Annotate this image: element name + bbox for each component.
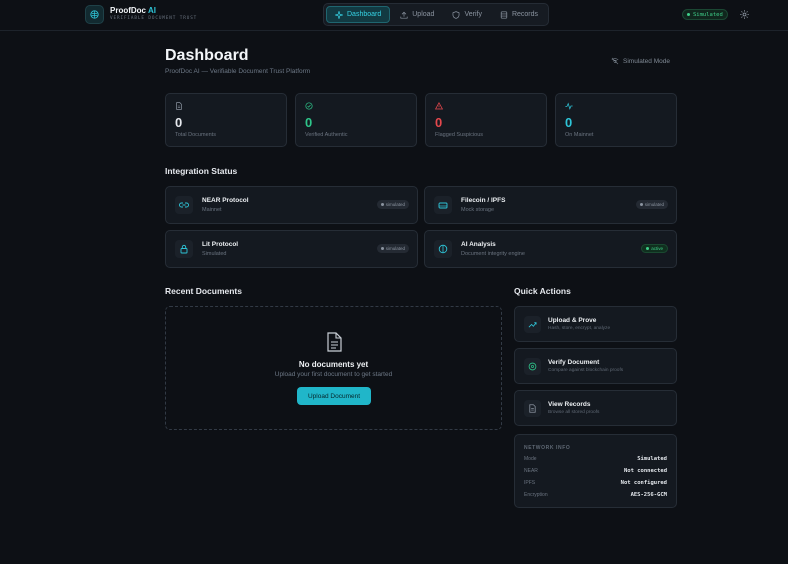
simulated-mode-label: Simulated Mode	[623, 57, 670, 65]
quick-action-records[interactable]: View Records Browse all stored proofs	[514, 390, 677, 426]
warning-icon	[435, 102, 443, 110]
stat-label: Verified Authentic	[305, 132, 348, 138]
nav-dashboard[interactable]: Dashboard	[326, 6, 391, 23]
quick-action-title: View Records	[548, 401, 591, 408]
quick-action-subtitle: Browse all stored proofs	[548, 410, 600, 415]
database-icon	[500, 10, 508, 19]
stat-label: Total Documents	[175, 132, 216, 138]
recent-documents-title: Recent Documents	[165, 286, 242, 296]
status-badge: active	[641, 244, 668, 253]
shield-icon	[453, 10, 460, 19]
page-title: Dashboard	[165, 47, 249, 64]
stat-value: 0	[175, 115, 183, 130]
stat-value: 0	[565, 115, 573, 130]
document-icon	[327, 332, 342, 352]
network-row: IPFS Not configured	[524, 480, 667, 486]
gear-icon[interactable]	[739, 9, 750, 20]
upload-document-button[interactable]: Upload Document	[297, 387, 371, 405]
activity-icon	[565, 102, 573, 110]
stat-label: On Mainnet	[565, 132, 594, 138]
stat-card-verified[interactable]: 0 Verified Authentic	[295, 93, 417, 147]
file-icon	[524, 400, 541, 417]
empty-state-subtitle: Upload your first document to get starte…	[274, 371, 393, 378]
network-row: Encryption AES-256-GCM	[524, 492, 667, 498]
lock-icon	[175, 240, 193, 258]
stat-value: 0	[435, 115, 443, 130]
integration-near[interactable]: NEAR Protocol Mainnet simulated	[165, 186, 418, 224]
nav-upload[interactable]: Upload	[392, 6, 442, 23]
nav-records-label: Records	[511, 11, 539, 18]
check-circle-icon	[305, 102, 313, 110]
quick-action-subtitle: Hash, store, encrypt, analyze	[548, 326, 611, 331]
nav-verify[interactable]: Verify	[444, 6, 490, 23]
status-badge-label: Simulated	[693, 11, 723, 18]
brand[interactable]: ProofDoc AI VERIFIABLE DOCUMENT TRUST	[85, 5, 197, 24]
integration-filecoin[interactable]: Filecoin / IPFS Mock storage simulated	[424, 186, 677, 224]
empty-state: No documents yet Upload your first docum…	[165, 306, 502, 430]
nav-dashboard-label: Dashboard	[347, 11, 382, 18]
empty-state-title: No documents yet	[298, 360, 369, 369]
integration-subtitle: Mainnet	[202, 207, 222, 213]
integration-status-title: Integration Status	[165, 166, 238, 176]
page-subtitle: ProofDoc AI — Verifiable Document Trust …	[165, 68, 311, 75]
main-nav: Dashboard Upload Verify Records	[323, 3, 550, 26]
brand-tagline: VERIFIABLE DOCUMENT TRUST	[110, 16, 198, 22]
status-dot-icon	[687, 13, 690, 16]
stat-value: 0	[305, 115, 313, 130]
quick-action-upload[interactable]: Upload & Prove Hash, store, encrypt, ana…	[514, 306, 677, 342]
stat-card-mainnet[interactable]: 0 On Mainnet	[555, 93, 677, 147]
stat-card-flagged[interactable]: 0 Flagged Suspicious	[425, 93, 547, 147]
nav-records[interactable]: Records	[492, 6, 546, 23]
status-badge: simulated	[376, 200, 409, 209]
status-badge: simulated	[635, 200, 668, 209]
link-icon	[175, 196, 193, 214]
network-row: NEAR Not connected	[524, 468, 667, 474]
network-info-panel: NETWORK INFO Mode Simulated NEAR Not conne…	[514, 434, 677, 508]
status-badge: simulated	[376, 244, 409, 253]
top-bar: ProofDoc AI VERIFIABLE DOCUMENT TRUST Da…	[0, 0, 788, 31]
nav-verify-label: Verify	[464, 11, 482, 18]
integration-name: Filecoin / IPFS	[461, 197, 506, 204]
network-row: Mode Simulated	[524, 456, 667, 462]
brand-name: ProofDoc AI	[110, 6, 156, 16]
integration-subtitle: Mock storage	[461, 207, 495, 213]
document-icon	[176, 102, 182, 110]
integration-name: AI Analysis	[461, 241, 496, 248]
network-info-title: NETWORK INFO	[524, 445, 571, 451]
integration-subtitle: Document integrity engine	[461, 251, 525, 257]
integration-ai[interactable]: AI Analysis Document integrity engine ac…	[424, 230, 677, 268]
quick-action-title: Upload & Prove	[548, 317, 597, 324]
status-badge: Simulated	[682, 9, 728, 20]
integration-name: Lit Protocol	[202, 241, 239, 248]
verify-icon	[524, 358, 541, 375]
stat-card-total[interactable]: 0 Total Documents	[165, 93, 287, 147]
storage-icon	[434, 196, 452, 214]
integration-subtitle: Simulated	[202, 251, 227, 257]
brain-icon	[434, 240, 452, 258]
simulated-mode-indicator: Simulated Mode	[611, 57, 670, 65]
quick-action-subtitle: Compare against blockchain proofs	[548, 368, 624, 373]
integration-name: NEAR Protocol	[202, 197, 249, 204]
stat-label: Flagged Suspicious	[435, 132, 484, 138]
trend-icon	[524, 316, 541, 333]
quick-action-title: Verify Document	[548, 359, 600, 366]
brain-logo-icon	[85, 5, 104, 24]
quick-actions-title: Quick Actions	[514, 286, 571, 296]
integration-lit[interactable]: Lit Protocol Simulated simulated	[165, 230, 418, 268]
sparkle-icon	[335, 10, 343, 19]
nav-upload-label: Upload	[412, 11, 435, 18]
upload-icon	[400, 11, 408, 19]
wifi-off-icon	[611, 57, 619, 65]
quick-action-verify[interactable]: Verify Document Compare against blockcha…	[514, 348, 677, 384]
